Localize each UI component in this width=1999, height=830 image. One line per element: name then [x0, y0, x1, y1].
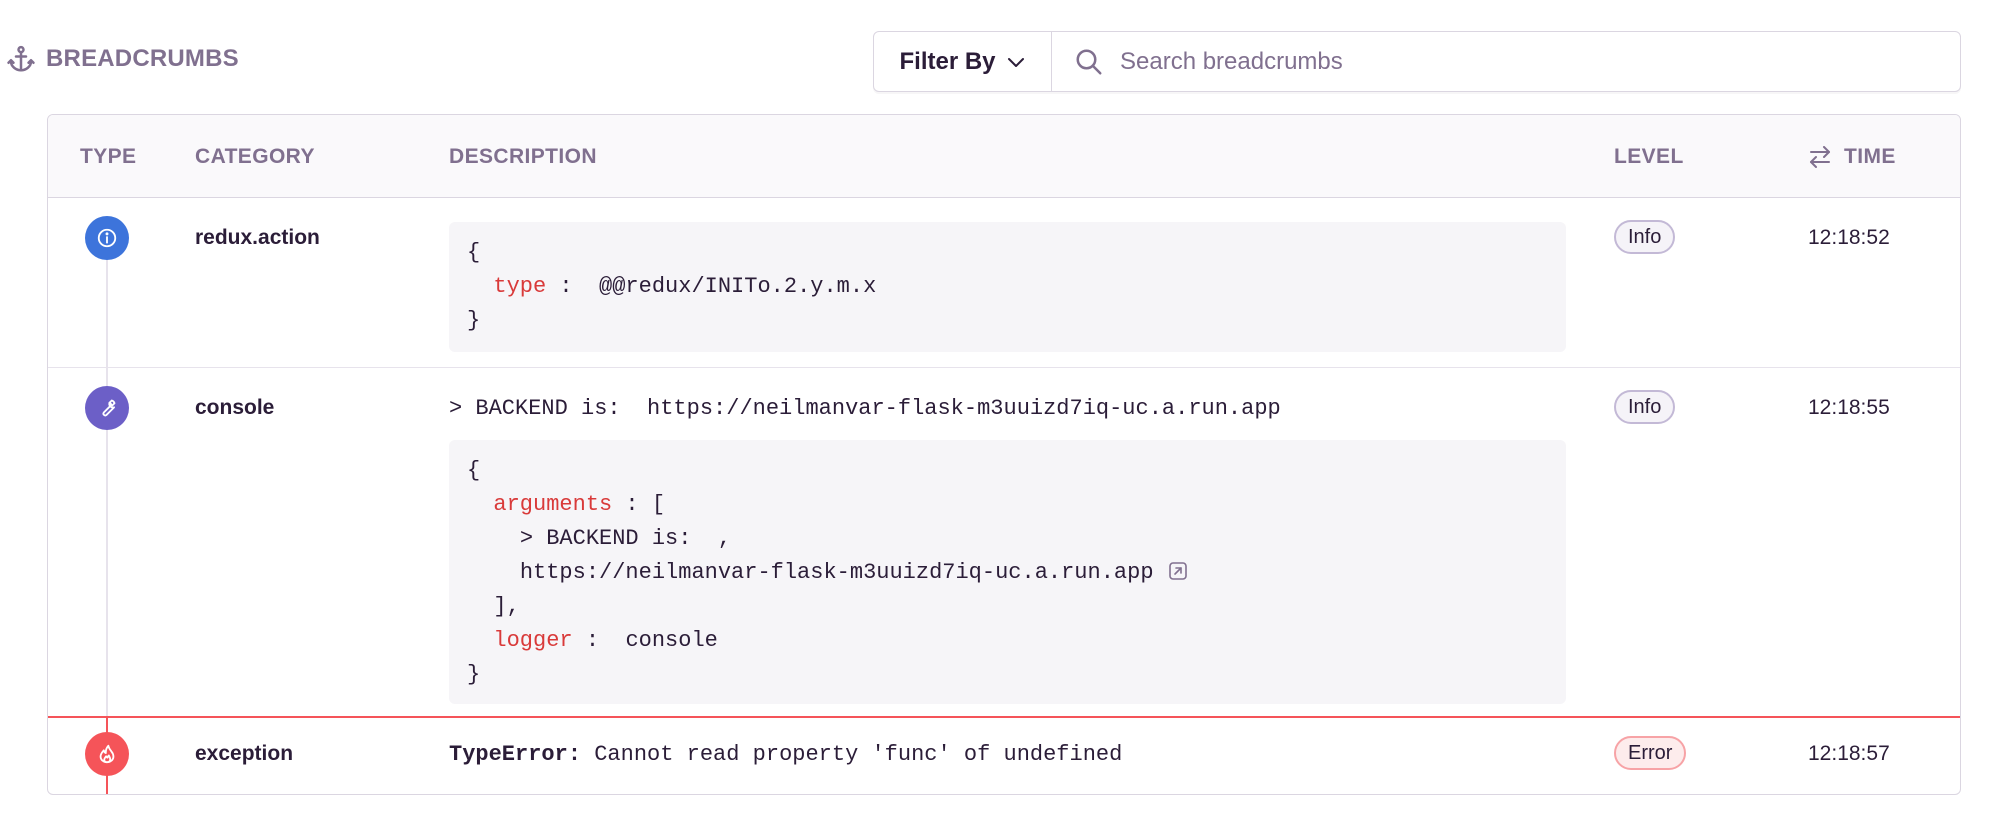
table-row: redux.action { type : @@redux/INITo.2.y.…	[48, 198, 1960, 368]
code-value: @@redux/INITo.2.y.m.x	[599, 274, 877, 299]
code-separator: :	[546, 274, 600, 299]
filter-by-label: Filter By	[899, 47, 996, 75]
time-cell: 12:18:57	[1808, 742, 1890, 765]
timeline-line	[106, 242, 108, 368]
level-badge: Error	[1614, 736, 1687, 770]
section-title: BREADCRUMBS	[6, 44, 239, 74]
table-row: exception TypeError: Cannot read propert…	[48, 716, 1960, 794]
anchor-icon	[7, 45, 35, 72]
breadcrumb-controls: Filter By	[873, 31, 1961, 92]
breadcrumbs-table: TYPE CATEGORY DESCRIPTION LEVEL TIME red…	[47, 114, 1961, 795]
code-key: type	[493, 274, 547, 299]
column-header-level: LEVEL	[1614, 145, 1684, 168]
type-badge-info	[85, 216, 129, 260]
category-cell: exception	[195, 742, 294, 765]
type-badge-error	[85, 732, 129, 776]
column-header-time-label: TIME	[1844, 145, 1896, 168]
code-key-logger: logger	[493, 628, 573, 653]
column-header-category: CATEGORY	[195, 145, 315, 168]
code-array-close: ],	[493, 594, 520, 619]
time-cell: 12:18:52	[1808, 226, 1890, 249]
level-badge: Info	[1614, 220, 1676, 254]
category-cell: redux.action	[195, 226, 320, 249]
search-box	[1052, 32, 1960, 91]
code-separator: :	[572, 628, 626, 653]
breadcrumbs-header: BREADCRUMBS Filter By	[0, 0, 1999, 112]
external-link-icon[interactable]	[1168, 561, 1188, 581]
chevron-down-icon	[1007, 57, 1024, 67]
section-title-label: BREADCRUMBS	[46, 45, 239, 72]
exception-text: Cannot read property 'func' of undefined	[581, 742, 1123, 767]
search-icon	[1076, 49, 1102, 74]
column-header-time[interactable]: TIME	[1808, 145, 1896, 169]
exception-type: TypeError:	[449, 742, 582, 767]
code-value: console	[625, 628, 718, 653]
code-argument: > BACKEND is: ,	[519, 526, 732, 551]
wrench-icon	[102, 399, 116, 417]
swap-icon[interactable]	[1808, 146, 1832, 168]
code-brace-open: {	[467, 458, 481, 483]
table-row: console > BACKEND is: https://neilmanvar…	[48, 368, 1960, 716]
time-cell: 12:18:55	[1808, 396, 1890, 419]
code-argument-link[interactable]: https://neilmanvar-flask-m3uuizd7iq-uc.a…	[520, 560, 1154, 585]
description-code-block: { arguments : [ > BACKEND is: , https://…	[449, 440, 1566, 704]
level-badge: Info	[1614, 390, 1676, 424]
filter-by-button[interactable]: Filter By	[874, 32, 1052, 91]
column-header-description: DESCRIPTION	[449, 145, 597, 168]
column-header-type: TYPE	[80, 145, 137, 168]
code-key-arguments: arguments	[493, 492, 613, 517]
exception-message: TypeError: Cannot read property 'func' o…	[449, 742, 1122, 767]
code-brace-open: {	[467, 240, 481, 265]
search-input[interactable]	[1120, 47, 1940, 76]
code-brace-close: }	[467, 308, 481, 333]
table-header: TYPE CATEGORY DESCRIPTION LEVEL TIME	[48, 115, 1960, 198]
type-badge-debug	[85, 386, 129, 430]
category-cell: console	[195, 396, 275, 419]
info-icon	[97, 228, 117, 248]
code-brace-close: }	[467, 662, 481, 687]
description-code-block: { type : @@redux/INITo.2.y.m.x }	[449, 222, 1566, 352]
fire-icon	[99, 744, 115, 764]
code-separator: : [	[612, 492, 666, 517]
console-message: > BACKEND is: https://neilmanvar-flask-m…	[449, 396, 1281, 421]
